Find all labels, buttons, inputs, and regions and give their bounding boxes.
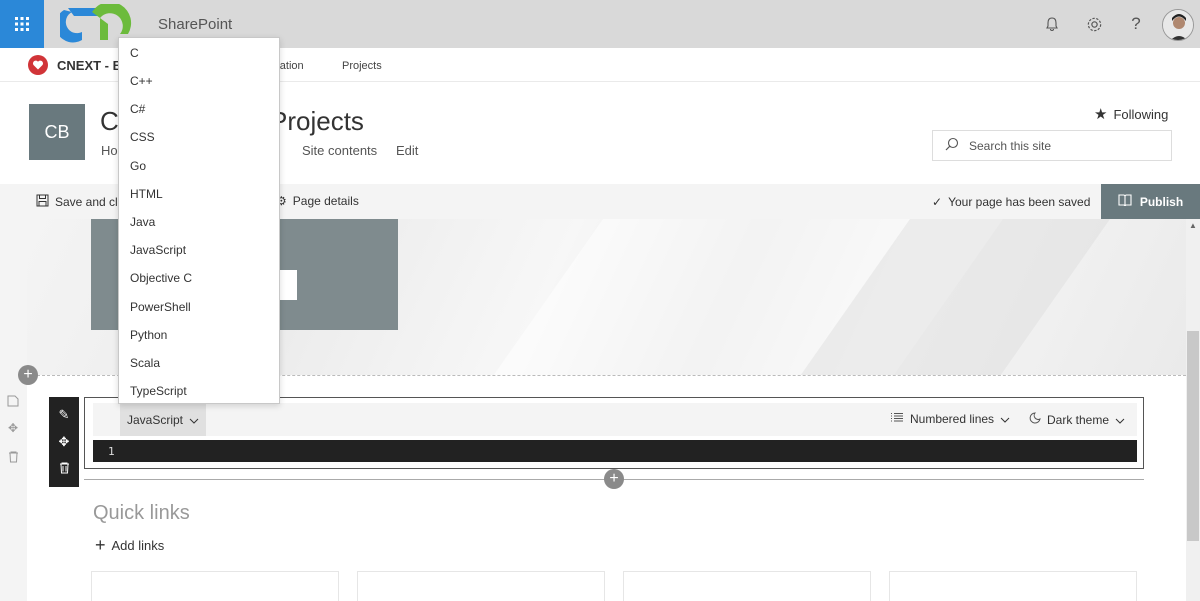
bell-icon[interactable] (1042, 14, 1062, 34)
page-details-label: Page details (292, 194, 359, 208)
gear-icon[interactable] (1084, 14, 1104, 34)
add-links-label: Add links (111, 537, 165, 553)
add-section-icon[interactable]: + (18, 365, 38, 385)
moon-icon (1029, 412, 1041, 427)
code-snippet-webpart[interactable]: JavaScript Numbered lines Dark theme 1 (84, 397, 1144, 469)
waffle-icon[interactable] (0, 0, 44, 48)
scroll-up-arrow-icon[interactable]: ▲ (1186, 221, 1200, 231)
move-icon[interactable]: ✥ (59, 434, 70, 450)
book-icon (1118, 194, 1132, 209)
quick-link-card[interactable] (357, 571, 605, 601)
site-nav-edit[interactable]: Edit (396, 143, 418, 158)
language-option-css[interactable]: CSS (130, 130, 155, 144)
star-icon: ★ (1094, 106, 1108, 123)
save-icon (36, 194, 49, 210)
quick-link-card[interactable] (889, 571, 1137, 601)
add-links-button[interactable]: + Add links (95, 536, 164, 554)
language-option-c[interactable]: C (130, 46, 139, 60)
line-numbers-label: Numbered lines (910, 412, 995, 426)
hero-tile-input[interactable] (277, 270, 297, 300)
language-option-csharp[interactable]: C# (130, 102, 145, 116)
language-option-cpp[interactable]: C++ (130, 74, 153, 88)
app-name[interactable]: SharePoint (158, 16, 232, 33)
quick-links-title[interactable]: Quick links (93, 502, 190, 525)
delete-section-icon[interactable] (6, 450, 20, 464)
search-placeholder: Search this site (969, 138, 1052, 153)
language-dropdown-menu: C C++ C# CSS Go HTML Java JavaScript Obj… (118, 37, 280, 404)
language-option-powershell[interactable]: PowerShell (130, 300, 191, 314)
avatar[interactable] (1162, 9, 1194, 41)
language-select[interactable]: JavaScript (120, 403, 206, 436)
move-section-icon[interactable]: ✥ (6, 421, 20, 435)
site-logo[interactable]: CB (29, 104, 85, 160)
quick-link-card[interactable] (91, 571, 339, 601)
following-button[interactable]: ★ Following (1094, 105, 1168, 123)
heart-icon[interactable] (28, 55, 48, 75)
language-value: JavaScript (126, 412, 184, 427)
left-rail (0, 219, 27, 601)
webpart-toolbar: ✎ ✥ (49, 397, 79, 487)
help-icon[interactable]: ? (1126, 14, 1146, 34)
vertical-scrollbar[interactable]: ▲ (1186, 219, 1200, 601)
code-editor[interactable]: 1 (93, 440, 1137, 462)
save-status-text: Your page has been saved (948, 195, 1091, 209)
following-label: Following (1113, 106, 1169, 122)
checkmark-icon: ✓ (932, 195, 943, 209)
add-webpart-icon[interactable]: + (604, 469, 624, 489)
chevron-down-icon (189, 413, 199, 427)
chevron-down-icon (1000, 412, 1010, 426)
site-title-right[interactable]: Projects (270, 106, 364, 137)
pencil-icon[interactable]: ✎ (59, 407, 70, 423)
trash-icon[interactable] (59, 462, 70, 477)
waffle-grid-icon (15, 17, 29, 31)
language-option-javascript[interactable]: JavaScript (130, 243, 186, 257)
quick-link-card[interactable] (623, 571, 871, 601)
save-label: Save and clo (55, 195, 125, 209)
line-numbers-dropdown[interactable]: Numbered lines (890, 412, 1010, 426)
publish-label: Publish (1139, 194, 1184, 209)
publish-button[interactable]: Publish (1101, 184, 1200, 219)
language-option-html[interactable]: HTML (130, 187, 163, 201)
language-option-python[interactable]: Python (130, 328, 167, 342)
language-option-typescript[interactable]: TypeScript (130, 384, 187, 398)
save-status: ✓ Your page has been saved (932, 195, 1090, 209)
language-option-objective-c[interactable]: Objective C (130, 271, 192, 285)
search-icon (945, 137, 959, 154)
save-and-close-button[interactable]: Save and clo (36, 194, 124, 210)
site-nav-site-contents[interactable]: Site contents (302, 143, 377, 158)
language-option-go[interactable]: Go (130, 159, 146, 173)
page-details-button[interactable]: ⚙ Page details (276, 194, 359, 208)
search-input[interactable]: Search this site (932, 130, 1172, 161)
numbered-list-icon (890, 412, 904, 426)
language-option-scala[interactable]: Scala (130, 356, 160, 370)
theme-label: Dark theme (1047, 412, 1110, 427)
language-option-java[interactable]: Java (130, 215, 155, 229)
scrollbar-thumb[interactable] (1187, 331, 1199, 541)
line-number: 1 (108, 444, 115, 458)
plus-icon: + (95, 535, 106, 555)
theme-dropdown[interactable]: Dark theme (1029, 412, 1125, 427)
edit-section-icon[interactable] (6, 394, 20, 408)
code-options-bar: JavaScript Numbered lines Dark theme (93, 403, 1137, 436)
hub-link-projects[interactable]: Projects (342, 60, 382, 72)
chevron-down-icon (1115, 413, 1125, 427)
